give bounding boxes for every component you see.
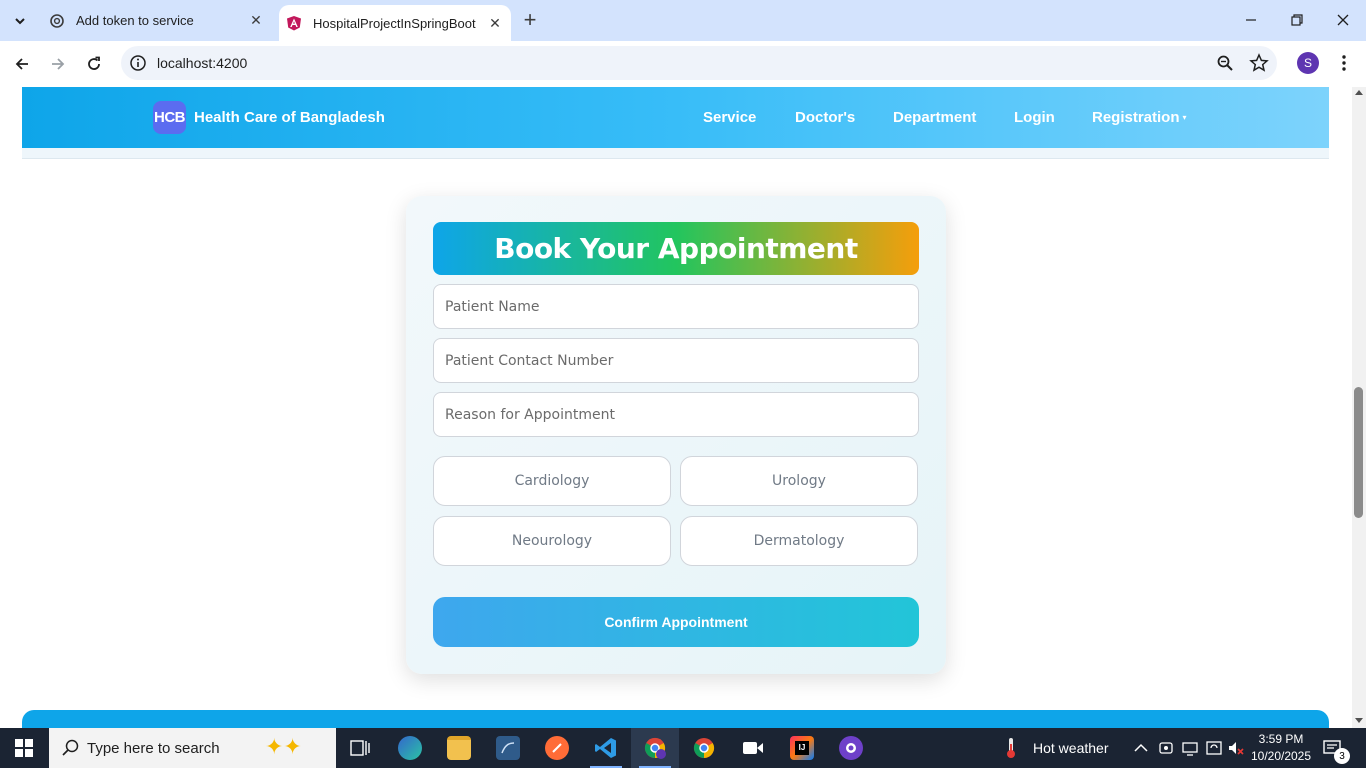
openai-icon	[48, 12, 66, 30]
address-bar[interactable]: localhost:4200	[121, 46, 1277, 80]
scroll-up-arrow-icon[interactable]	[1355, 90, 1363, 95]
edge-icon[interactable]	[386, 728, 434, 768]
close-icon[interactable]: ✕	[485, 13, 505, 33]
chevron-up-icon[interactable]	[1132, 739, 1150, 757]
chrome-profile-icon[interactable]	[631, 728, 679, 768]
search-icon	[62, 739, 79, 756]
brand[interactable]: HCB Health Care of Bangladesh	[153, 101, 385, 134]
reload-icon	[88, 56, 100, 70]
reload-button[interactable]	[80, 50, 108, 78]
navbar-divider	[22, 148, 1329, 159]
meet-now-icon[interactable]	[1157, 739, 1175, 757]
angular-icon	[285, 14, 303, 32]
chevron-down-icon	[15, 18, 25, 25]
confirm-appointment-button[interactable]: Confirm Appointment	[433, 597, 919, 647]
close-icon[interactable]: ✕	[246, 11, 266, 31]
arrow-left-icon	[15, 58, 28, 70]
scroll-thumb[interactable]	[1354, 387, 1363, 518]
sync-icon[interactable]	[1205, 739, 1223, 757]
caret-down-icon: ▾	[1182, 113, 1187, 122]
postman-icon[interactable]	[533, 728, 581, 768]
dept-dermatology-option[interactable]: Dermatology	[680, 516, 918, 566]
tab-add-token[interactable]: Add token to service ✕	[40, 0, 272, 41]
file-explorer-icon[interactable]	[435, 728, 483, 768]
chrome-icon[interactable]	[680, 728, 728, 768]
video-icon[interactable]	[729, 728, 777, 768]
brand-name: Health Care of Bangladesh	[194, 109, 385, 126]
nav-link-login[interactable]: Login	[1014, 109, 1055, 126]
clock-time: 3:59 PM	[1258, 732, 1304, 746]
patient-contact-input[interactable]	[433, 338, 919, 383]
appointment-card: Book Your Appointment Cardiology Urology…	[406, 196, 946, 674]
tab-title: Add token to service	[76, 13, 194, 28]
back-button[interactable]	[8, 50, 36, 78]
profile-avatar[interactable]: S	[1297, 52, 1319, 74]
scroll-down-arrow-icon[interactable]	[1355, 718, 1363, 723]
arrow-right-icon	[52, 58, 65, 70]
browser-tab-strip: Add token to service ✕ HospitalProjectIn…	[0, 0, 1366, 41]
dept-cardiology-option[interactable]: Cardiology	[433, 456, 671, 506]
patient-name-input[interactable]	[433, 284, 919, 329]
menu-dots-icon[interactable]	[1334, 52, 1354, 74]
weather-text[interactable]: Hot weather	[1033, 728, 1108, 768]
windows-logo-icon	[15, 739, 33, 757]
system-clock[interactable]: 3:59 PM 10/20/2025	[1248, 731, 1314, 765]
tab-hospital-project[interactable]: HospitalProjectInSpringBoot ✕	[279, 5, 511, 41]
page-viewport: HCB Health Care of Bangladesh Service Do…	[0, 87, 1352, 728]
url-text[interactable]: localhost:4200	[157, 55, 247, 71]
minimize-button[interactable]	[1228, 0, 1274, 40]
vscode-icon[interactable]	[582, 728, 630, 768]
tab-title: HospitalProjectInSpringBoot	[313, 15, 476, 31]
notification-badge: 3	[1334, 748, 1350, 764]
sparkle-icon: ✦✦	[265, 734, 302, 759]
minimize-icon	[1246, 19, 1256, 21]
bookmark-star-icon[interactable]	[1249, 53, 1269, 73]
intellij-icon[interactable]: IJ	[778, 728, 826, 768]
dept-neurology-option[interactable]: Neourology	[433, 516, 671, 566]
search-placeholder: Type here to search	[87, 739, 220, 757]
close-icon	[1337, 14, 1349, 26]
dept-urology-option[interactable]: Urology	[680, 456, 918, 506]
tab-search-button[interactable]	[6, 7, 34, 35]
brand-logo: HCB	[153, 101, 186, 134]
dropdown-label: Registration	[1092, 109, 1180, 126]
network-icon[interactable]	[1181, 739, 1199, 757]
taskbar-search[interactable]: Type here to search ✦✦	[49, 728, 336, 768]
restore-button[interactable]	[1274, 0, 1320, 40]
github-icon[interactable]	[827, 728, 875, 768]
nav-dropdown-registration[interactable]: Registration ▾	[1092, 109, 1187, 126]
browser-toolbar: localhost:4200 S	[0, 41, 1366, 87]
new-tab-button[interactable]: +	[518, 7, 542, 32]
info-icon[interactable]	[129, 54, 147, 72]
mysql-workbench-icon[interactable]	[484, 728, 532, 768]
start-button[interactable]	[0, 728, 48, 768]
close-window-button[interactable]	[1320, 0, 1366, 40]
nav-link-service[interactable]: Service	[703, 109, 756, 126]
page-scrollbar[interactable]	[1352, 87, 1366, 728]
forward-button[interactable]	[44, 50, 72, 78]
reason-input[interactable]	[433, 392, 919, 437]
thermometer-icon[interactable]	[1004, 737, 1018, 759]
task-view-icon[interactable]	[336, 728, 384, 768]
form-title: Book Your Appointment	[433, 222, 919, 275]
nav-link-department[interactable]: Department	[893, 109, 976, 126]
windows-taskbar: Type here to search ✦✦ IJ Hot weather 3:…	[0, 728, 1366, 768]
clock-date: 10/20/2025	[1250, 749, 1312, 763]
volume-muted-icon[interactable]	[1227, 739, 1245, 757]
nav-link-doctors[interactable]: Doctor's	[795, 109, 855, 126]
site-navbar: HCB Health Care of Bangladesh Service Do…	[22, 87, 1329, 148]
restore-icon	[1291, 14, 1303, 26]
footer-section	[22, 710, 1329, 728]
zoom-icon[interactable]	[1216, 54, 1234, 72]
